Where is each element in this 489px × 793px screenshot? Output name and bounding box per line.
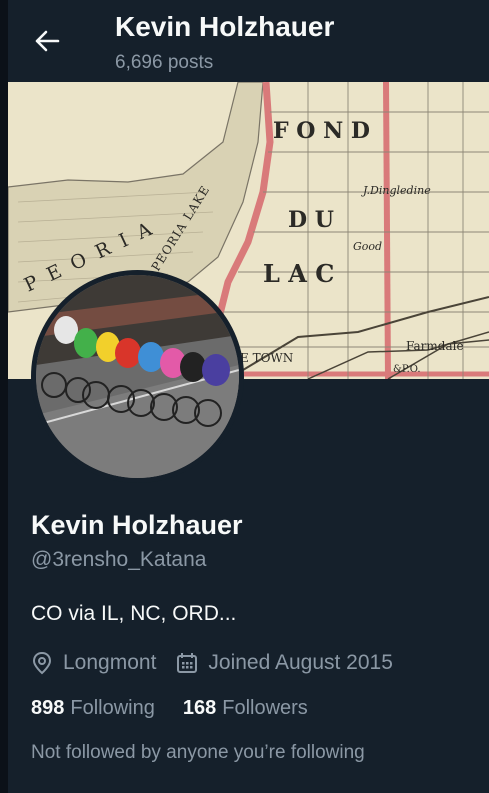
map-label-rail: &P.O. (393, 364, 421, 375)
map-pin-icon (32, 651, 52, 675)
social-context: Not followed by anyone you’re following (31, 742, 365, 763)
calendar-icon (177, 653, 198, 673)
followers-count: 168 (182, 697, 217, 719)
followers-link[interactable]: 168 Followers (183, 697, 308, 720)
map-label-farmdale: Farmdale (406, 339, 464, 353)
location-item: Longmont (31, 651, 156, 675)
arrow-left-icon (35, 30, 60, 52)
avatar-cyclists-image (36, 275, 239, 478)
followers-label: Followers (222, 697, 308, 719)
follow-stats: 898 Following 168 Followers (31, 697, 308, 720)
profile-bio: CO via IL, NC, ORD... (31, 602, 237, 625)
following-label: Following (70, 697, 155, 719)
joined-item: Joined August 2015 (176, 651, 393, 675)
map-label-fond: F O N D (273, 118, 370, 144)
map-label-du: D U (288, 207, 334, 233)
profile-name: Kevin Holzhauer (31, 510, 243, 540)
map-label-dingledine: J.Dingledine (361, 184, 431, 197)
profile-meta: Longmont Joined August 2015 (31, 648, 393, 678)
location-text: Longmont (63, 651, 157, 674)
following-link[interactable]: 898 Following (31, 697, 155, 720)
map-label-good: Good (353, 240, 382, 253)
joined-text: Joined August 2015 (208, 651, 393, 674)
avatar[interactable] (31, 270, 244, 483)
following-count: 898 (31, 697, 65, 719)
map-label-town: E TOWN (240, 351, 293, 365)
back-button[interactable] (30, 24, 64, 58)
map-label-lac: L A C (263, 259, 334, 288)
profile-header: Kevin Holzhauer 6,696 posts (8, 0, 489, 82)
post-count: 6,696 posts (115, 52, 214, 73)
window-edge (0, 0, 8, 793)
profile-handle: @3rensho_Katana (31, 548, 207, 571)
header-title: Kevin Holzhauer (115, 11, 335, 42)
